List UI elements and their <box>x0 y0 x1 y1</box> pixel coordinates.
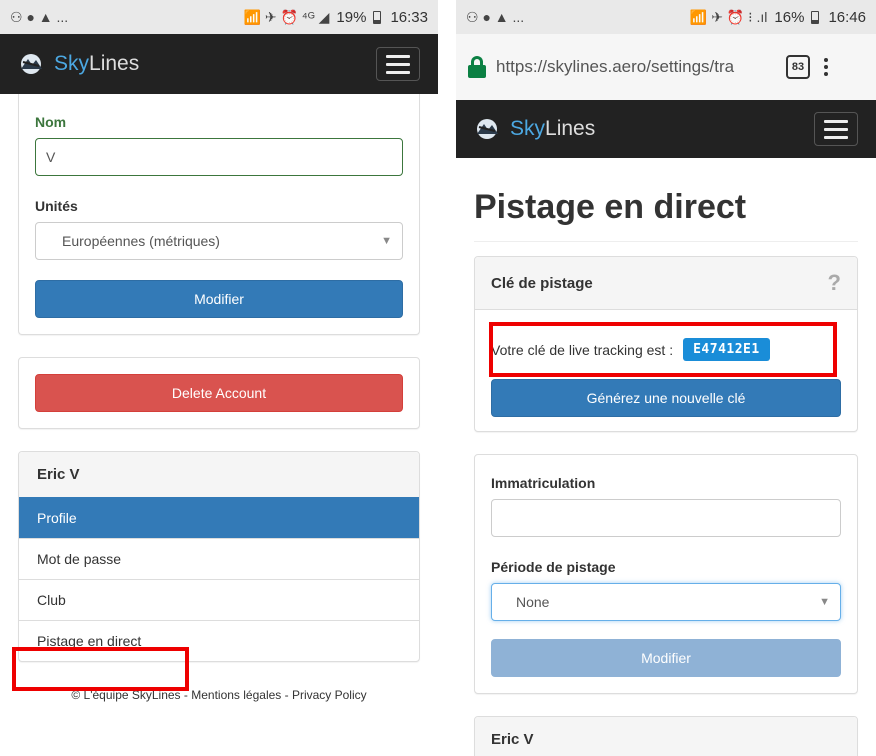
brand-lines: Lines <box>545 117 596 140</box>
generate-key-button[interactable]: Générez une nouvelle clé <box>491 379 841 417</box>
notification-icons: ⚇ ● ▲ ... <box>466 8 525 25</box>
tracking-key-heading: Clé de pistage <box>491 274 593 292</box>
skylines-logo-icon <box>21 54 42 74</box>
brand-link[interactable]: SkyLines <box>474 117 595 141</box>
tracking-period-select[interactable]: None ▼ <box>491 583 841 621</box>
tracking-period-label: Période de pistage <box>491 559 616 575</box>
menu-item-club[interactable]: Club <box>19 579 419 620</box>
dropdown-arrow-icon: ▼ <box>381 235 392 247</box>
page-title: Pistage en direct <box>474 158 858 242</box>
battery-percent: 19% <box>336 8 367 26</box>
menu-item-password[interactable]: Mot de passe <box>19 538 419 579</box>
modifier-button[interactable]: Modifier <box>35 280 403 318</box>
battery-percent: 16% <box>774 8 805 26</box>
profile-form-panel: Nom V Unités Européennes (métriques) ▼ M… <box>18 94 420 335</box>
delete-account-button[interactable]: Delete Account <box>35 374 403 412</box>
settings-menu-heading: Eric V <box>475 717 857 756</box>
url-field[interactable]: https://skylines.aero/settings/tra <box>496 57 776 77</box>
name-label: Nom <box>35 114 67 130</box>
menu-item-profile[interactable]: Profile <box>19 497 419 538</box>
brand-link[interactable]: SkyLines <box>18 52 139 76</box>
right-screenshot: ⚇ ● ▲ ... 📶 ✈ ⏰ ⁝ .ıl 16% 16:46 https://… <box>456 0 876 756</box>
brand-sky: Sky <box>54 52 90 75</box>
clock: 16:46 <box>828 8 866 26</box>
settings-menu-panel: Eric V Profile Mot de passe Club Pistage… <box>18 451 420 662</box>
units-select[interactable]: Européennes (métriques) ▼ <box>35 222 403 260</box>
modifier-button[interactable]: Modifier <box>491 639 841 677</box>
left-screenshot: ⚇ ● ▲ ... 📶 ✈ ⏰ ⁴ᴳ ◢ 19% 16:33 SkyLines … <box>0 0 438 756</box>
brand-sky: Sky <box>510 117 546 140</box>
main-content: Pistage en direct Clé de pistage ? Votre… <box>456 158 876 756</box>
main-content: Nom V Unités Européennes (métriques) ▼ M… <box>0 94 438 702</box>
tracking-period-selected-value: None <box>516 594 550 610</box>
tracking-settings-panel: Immatriculation Période de pistage None … <box>474 454 858 694</box>
settings-menu-heading: Eric V <box>19 452 419 497</box>
help-icon[interactable]: ? <box>828 270 841 296</box>
battery-icon <box>373 10 382 24</box>
notification-icons: ⚇ ● ▲ ... <box>10 8 69 25</box>
system-status-icons: 📶 ✈ ⏰ ⁝ .ıl <box>689 8 768 25</box>
lock-icon <box>468 56 486 78</box>
status-bar: ⚇ ● ▲ ... 📶 ✈ ⏰ ⁴ᴳ ◢ 19% 16:33 <box>0 0 438 34</box>
name-field[interactable]: V <box>35 138 403 176</box>
tab-switcher-button[interactable]: 83 <box>786 55 810 79</box>
menu-toggle-button[interactable] <box>376 47 420 81</box>
browser-address-bar: https://skylines.aero/settings/tra 83 <box>456 34 876 100</box>
menu-toggle-button[interactable] <box>814 112 858 146</box>
registration-field[interactable] <box>491 499 841 537</box>
skylines-logo-icon <box>477 119 498 139</box>
highlight-tracking-key <box>489 322 837 377</box>
browser-menu-icon[interactable] <box>820 58 832 76</box>
units-selected-value: Européennes (métriques) <box>62 233 220 249</box>
delete-account-panel: Delete Account <box>18 357 420 429</box>
navbar: SkyLines <box>456 100 876 158</box>
clock: 16:33 <box>390 8 428 26</box>
hamburger-icon <box>386 54 410 58</box>
brand-lines: Lines <box>89 52 140 75</box>
status-bar: ⚇ ● ▲ ... 📶 ✈ ⏰ ⁝ .ıl 16% 16:46 <box>456 0 876 34</box>
registration-label: Immatriculation <box>491 475 596 491</box>
highlight-live-tracking-link <box>12 647 189 691</box>
battery-icon <box>811 10 820 24</box>
settings-menu-panel: Eric V <box>474 716 858 756</box>
hamburger-icon <box>824 119 848 123</box>
units-label: Unités <box>35 198 78 214</box>
system-status-icons: 📶 ✈ ⏰ ⁴ᴳ ◢ <box>243 8 330 25</box>
dropdown-arrow-icon: ▼ <box>819 596 830 608</box>
navbar: SkyLines <box>0 34 438 94</box>
